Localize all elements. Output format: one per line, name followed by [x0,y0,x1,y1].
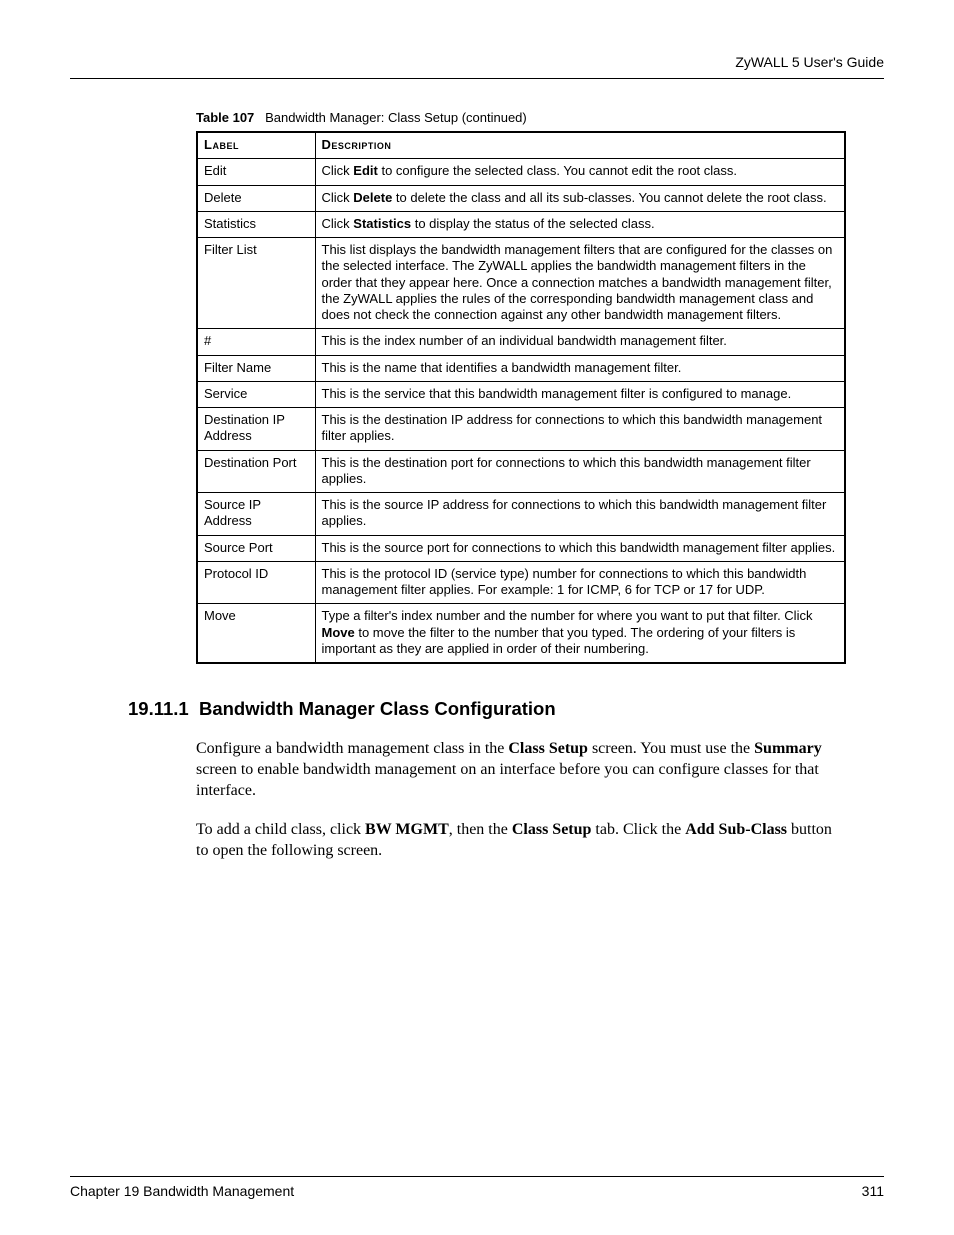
table-row: StatisticsClick Statistics to display th… [197,211,845,237]
running-footer: Chapter 19 Bandwidth Management 311 [70,1183,884,1199]
cell-description: This is the destination IP address for c… [315,408,845,451]
cell-label: Source IP Address [197,493,315,536]
p1-t2: screen. You must use the [588,740,754,757]
cell-description: This is the index number of an individua… [315,329,845,355]
footer-chapter: Chapter 19 Bandwidth Management [70,1183,294,1199]
table-header-row: Label Description [197,132,845,159]
p2-t3: tab. Click the [591,821,685,838]
desc-text: to move the filter to the number that yo… [322,625,796,656]
cell-description: Click Delete to delete the class and all… [315,185,845,211]
cell-description: This list displays the bandwidth managem… [315,238,845,329]
table-caption-text: Bandwidth Manager: Class Setup (continue… [265,110,527,125]
cell-label: Source Port [197,535,315,561]
cell-label: Destination IP Address [197,408,315,451]
cell-label: Filter Name [197,355,315,381]
table-body: EditClick Edit to configure the selected… [197,159,845,663]
cell-description: Type a filter's index number and the num… [315,604,845,663]
section-number: 19.11.1 [128,698,189,719]
desc-text: Click [322,190,354,205]
col-header-description: Description [315,132,845,159]
p2-t1: To add a child class, click [196,821,365,838]
cell-description: This is the destination port for connect… [315,450,845,493]
table-row: Destination IP AddressThis is the destin… [197,408,845,451]
cell-label: Filter List [197,238,315,329]
table-row: Filter ListThis list displays the bandwi… [197,238,845,329]
body-paragraph-2: To add a child class, click BW MGMT, the… [196,819,846,861]
cell-description: This is the source IP address for connec… [315,493,845,536]
section-heading: 19.11.1 Bandwidth Manager Class Configur… [128,698,846,720]
desc-text: to configure the selected class. You can… [378,163,737,178]
table-row: #This is the index number of an individu… [197,329,845,355]
page: ZyWALL 5 User's Guide Table 107 Bandwidt… [0,0,954,1235]
cell-description: Click Statistics to display the status o… [315,211,845,237]
p1-t1: Configure a bandwidth management class i… [196,740,508,757]
col-header-label: Label [197,132,315,159]
body-paragraph-1: Configure a bandwidth management class i… [196,738,846,801]
section-title: Bandwidth Manager Class Configuration [199,698,556,719]
cell-description: Click Edit to configure the selected cla… [315,159,845,185]
table-row: Move Type a filter's index number and the… [197,604,845,663]
cell-label: Service [197,381,315,407]
cell-description: This is the service that this bandwidth … [315,381,845,407]
p2-b2: Class Setup [512,821,592,838]
desc-bold: Edit [353,163,378,178]
desc-text: Click [322,163,354,178]
p2-b3: Add Sub-Class [685,821,787,838]
reference-table: Label Description EditClick Edit to conf… [196,131,846,664]
table-row: Protocol IDThis is the protocol ID (serv… [197,561,845,604]
footer-page-number: 311 [862,1183,884,1199]
cell-label: Delete [197,185,315,211]
cell-label: Move [197,604,315,663]
desc-text: Type a filter's index number and the num… [322,608,813,623]
running-header: ZyWALL 5 User's Guide [70,54,884,70]
cell-label: # [197,329,315,355]
header-rule [70,78,884,79]
table-row: Source IP AddressThis is the source IP a… [197,493,845,536]
footer-rule [70,1176,884,1177]
p1-b2: Summary [754,740,822,757]
table-row: DeleteClick Delete to delete the class a… [197,185,845,211]
cell-label: Destination Port [197,450,315,493]
table-row: Filter NameThis is the name that identif… [197,355,845,381]
desc-text: to display the status of the selected cl… [411,216,655,231]
table-row: EditClick Edit to configure the selected… [197,159,845,185]
cell-label: Edit [197,159,315,185]
cell-description: This is the source port for connections … [315,535,845,561]
cell-description: This is the name that identifies a bandw… [315,355,845,381]
table-row: Source PortThis is the source port for c… [197,535,845,561]
table-row: ServiceThis is the service that this ban… [197,381,845,407]
content-area: Table 107 Bandwidth Manager: Class Setup… [196,110,846,880]
p2-t2: , then the [449,821,512,838]
p1-b1: Class Setup [508,740,588,757]
guide-title: ZyWALL 5 User's Guide [735,54,884,70]
desc-bold: Delete [353,190,392,205]
p2-b1: BW MGMT [365,821,449,838]
cell-label: Statistics [197,211,315,237]
cell-label: Protocol ID [197,561,315,604]
desc-bold: Move [322,625,355,640]
desc-bold: Statistics [353,216,411,231]
cell-description: This is the protocol ID (service type) n… [315,561,845,604]
table-number: Table 107 [196,110,254,125]
p1-t3: screen to enable bandwidth management on… [196,761,819,799]
desc-text: to delete the class and all its sub-clas… [392,190,826,205]
desc-text: Click [322,216,354,231]
table-caption: Table 107 Bandwidth Manager: Class Setup… [196,110,846,125]
table-row: Destination PortThis is the destination … [197,450,845,493]
